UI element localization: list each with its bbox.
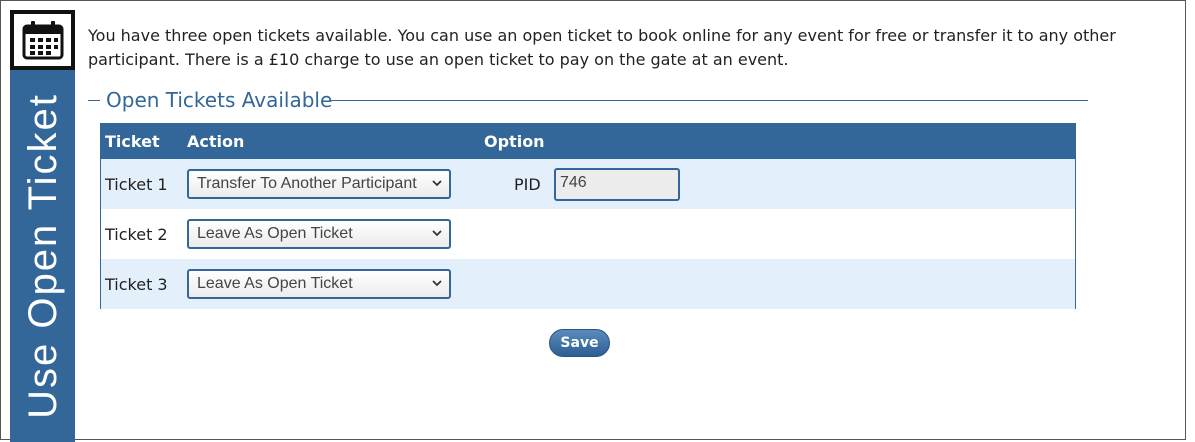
- pid-label: PID: [514, 175, 541, 194]
- section-legend: Open Tickets Available: [106, 88, 333, 112]
- table-header: Ticket Action Option: [101, 124, 1075, 159]
- intro-text: You have three open tickets available. Y…: [88, 26, 1116, 69]
- table-row: Ticket 2 Leave As Open Ticket: [101, 209, 1075, 259]
- ticket-label: Ticket 1: [105, 175, 168, 194]
- action-select-ticket-3[interactable]: Leave As Open Ticket: [187, 269, 451, 299]
- action-select-ticket-2[interactable]: Leave As Open Ticket: [187, 219, 451, 249]
- sidebar: Use Open Ticket: [10, 10, 75, 442]
- sidebar-title: Use Open Ticket: [20, 93, 65, 419]
- tickets-table: Ticket Action Option Ticket 1 Transfer T…: [100, 123, 1076, 309]
- calendar-icon: [10, 10, 75, 70]
- table-row: Ticket 3 Leave As Open Ticket: [101, 259, 1075, 309]
- header-option: Option: [484, 132, 545, 151]
- fieldset-border-left: [88, 100, 100, 101]
- header-ticket: Ticket: [105, 132, 160, 151]
- action-select-ticket-1[interactable]: Transfer To Another Participant: [187, 169, 451, 199]
- ticket-label: Ticket 2: [105, 225, 168, 244]
- ticket-label: Ticket 3: [105, 275, 168, 294]
- pid-input[interactable]: 746: [554, 168, 680, 201]
- header-action: Action: [187, 132, 245, 151]
- chevron-down-icon: [432, 230, 442, 237]
- chevron-down-icon: [432, 180, 442, 187]
- action-select-value: Leave As Open Ticket: [197, 225, 353, 242]
- action-select-value: Leave As Open Ticket: [197, 275, 353, 292]
- save-button[interactable]: Save: [549, 329, 610, 357]
- chevron-down-icon: [432, 280, 442, 287]
- fieldset-border-right: [330, 100, 1088, 101]
- pid-input-value: 746: [560, 174, 587, 191]
- table-row: Ticket 1 Transfer To Another Participant…: [101, 159, 1075, 209]
- action-select-value: Transfer To Another Participant: [197, 175, 417, 192]
